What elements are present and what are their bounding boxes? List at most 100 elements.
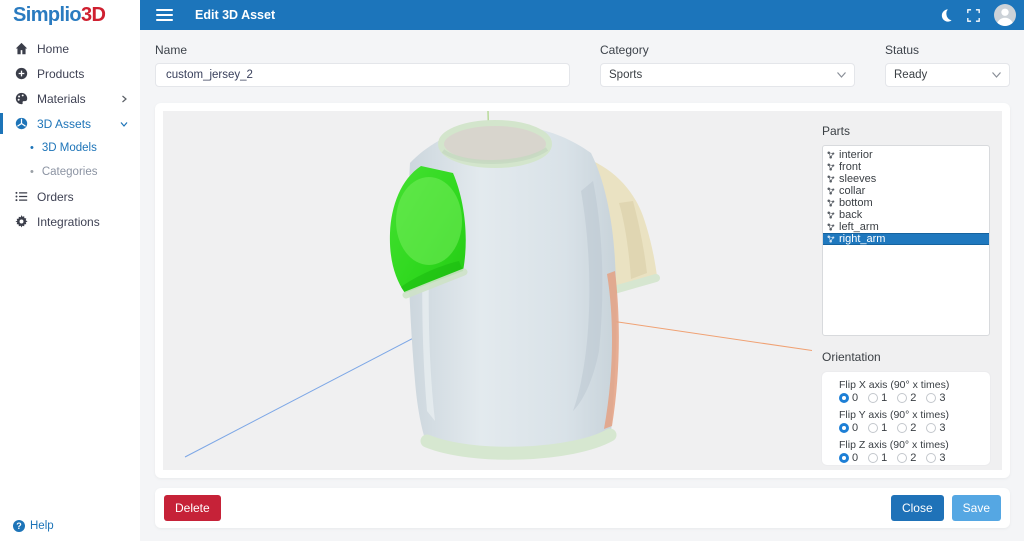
main-content: Name Category Sports Status Ready [140, 30, 1024, 541]
user-avatar[interactable] [994, 4, 1016, 26]
category-selected-value: Sports [609, 69, 643, 81]
radio-icon [897, 453, 908, 463]
list-icon [14, 190, 28, 204]
part-item-interior[interactable]: interior [823, 149, 989, 161]
topbar: Edit 3D Asset [140, 0, 1024, 30]
mesh-icon [827, 151, 835, 159]
flip-y-radio-1[interactable]: 1 [868, 422, 887, 434]
parts-list: interior front sleeves collar bottom bac… [822, 145, 990, 336]
bullet-icon: • [30, 142, 34, 154]
logo-text-simplio: Simplio [13, 3, 82, 26]
part-label: bottom [839, 197, 873, 209]
mesh-icon [827, 223, 835, 231]
mesh-icon [827, 199, 835, 207]
radio-icon [926, 453, 937, 463]
radio-icon [868, 453, 879, 463]
flip-y-radio-0[interactable]: 0 [839, 422, 858, 434]
flip-z-axis-group: Flip Z axis (90° x times) 0 1 2 3 [839, 439, 984, 464]
name-label: Name [155, 43, 188, 57]
name-input[interactable] [155, 63, 570, 87]
orientation-title: Orientation [822, 350, 881, 364]
save-button[interactable]: Save [951, 495, 1001, 521]
status-label: Status [885, 43, 920, 57]
hamburger-menu-icon[interactable] [156, 9, 173, 21]
part-item-collar[interactable]: collar [823, 185, 989, 197]
radio-icon [868, 423, 879, 433]
page-title: Edit 3D Asset [195, 8, 276, 22]
sidebar-item-label: 3D Models [41, 142, 97, 154]
sidebar-item-products[interactable]: Products [0, 61, 140, 86]
part-item-right-arm[interactable]: right_arm [823, 233, 989, 245]
sidebar-item-materials[interactable]: Materials [0, 86, 140, 111]
flip-z-radio-3[interactable]: 3 [926, 452, 946, 464]
sidebar-item-label: Orders [37, 189, 74, 204]
part-label: left_arm [839, 221, 879, 233]
help-icon: ? [13, 520, 25, 532]
dropdown-caret-icon [837, 69, 846, 81]
sidebar-item-home[interactable]: Home [0, 36, 140, 61]
part-label: right_arm [839, 233, 886, 245]
sidebar-item-orders[interactable]: Orders [0, 184, 140, 209]
sidebar-item-label: Materials [37, 91, 86, 106]
part-item-front[interactable]: front [823, 161, 989, 173]
flip-y-radio-2[interactable]: 2 [897, 422, 916, 434]
category-select[interactable]: Sports [600, 63, 855, 87]
flip-x-radio-1[interactable]: 1 [868, 392, 887, 404]
action-bar: Delete Close Save [155, 488, 1010, 528]
sidebar-item-integrations[interactable]: Integrations [0, 209, 140, 234]
help-link[interactable]: ? Help [13, 520, 54, 532]
flip-y-radio-3[interactable]: 3 [926, 422, 946, 434]
radio-icon [926, 423, 937, 433]
parts-title: Parts [822, 124, 851, 138]
mesh-icon [827, 175, 835, 183]
3d-model-viewer[interactable] [163, 111, 812, 470]
delete-button[interactable]: Delete [164, 495, 221, 521]
radio-icon [897, 393, 908, 403]
flip-y-axis-label: Flip Y axis (90° x times) [839, 409, 950, 421]
right-panel: Parts interior front sleeves collar bott… [812, 111, 1002, 470]
sidebar-item-label: 3D Assets [37, 116, 92, 131]
flip-x-radio-2[interactable]: 2 [897, 392, 916, 404]
sidebar-item-3d-assets[interactable]: 3D Assets [0, 111, 140, 136]
home-icon [14, 42, 28, 56]
part-item-bottom[interactable]: bottom [823, 197, 989, 209]
orientation-panel: Flip X axis (90° x times) 0 1 2 3 Flip Y… [822, 372, 990, 465]
part-label: collar [839, 185, 866, 197]
radio-selected-icon [839, 393, 849, 403]
part-item-back[interactable]: back [823, 209, 989, 221]
radio-selected-icon [839, 423, 849, 433]
sidebar-item-categories[interactable]: • Categories [0, 160, 140, 184]
flip-z-axis-label: Flip Z axis (90° x times) [839, 439, 949, 451]
asset-editor-card: Parts interior front sleeves collar bott… [155, 103, 1010, 478]
flip-x-axis-label: Flip X axis (90° x times) [839, 379, 950, 391]
part-item-left-arm[interactable]: left_arm [823, 221, 989, 233]
tshirt-3d-model [184, 111, 812, 460]
mesh-icon [827, 235, 835, 243]
3d-sphere-icon [14, 117, 28, 131]
help-label: Help [30, 520, 54, 532]
sidebar: Simplio 3D Home Products Materials 3D Ass… [0, 0, 140, 541]
part-label: sleeves [839, 173, 877, 185]
chevron-down-icon [120, 120, 128, 128]
sidebar-item-label: Categories [41, 166, 98, 178]
flip-z-radio-2[interactable]: 2 [897, 452, 916, 464]
status-select[interactable]: Ready [885, 63, 1010, 87]
part-item-sleeves[interactable]: sleeves [823, 173, 989, 185]
flip-x-radio-0[interactable]: 0 [839, 392, 858, 404]
status-selected-value: Ready [894, 69, 928, 81]
radio-selected-icon [839, 453, 849, 463]
dark-mode-moon-icon[interactable] [938, 8, 953, 23]
flip-z-radio-1[interactable]: 1 [868, 452, 887, 464]
sidebar-item-3d-models[interactable]: • 3D Models [0, 136, 140, 160]
flip-z-radio-0[interactable]: 0 [839, 452, 858, 464]
close-button[interactable]: Close [890, 495, 944, 521]
bullet-icon: • [30, 166, 34, 178]
app-logo[interactable]: Simplio 3D [0, 0, 140, 30]
flip-y-axis-group: Flip Y axis (90° x times) 0 1 2 3 [839, 409, 984, 434]
logo-text-3d: 3D [81, 3, 106, 26]
fullscreen-icon[interactable] [967, 8, 980, 22]
mesh-icon [827, 187, 835, 195]
flip-x-radio-3[interactable]: 3 [926, 392, 946, 404]
sidebar-item-label: Integrations [37, 214, 100, 229]
sidebar-item-label: Home [37, 41, 70, 56]
